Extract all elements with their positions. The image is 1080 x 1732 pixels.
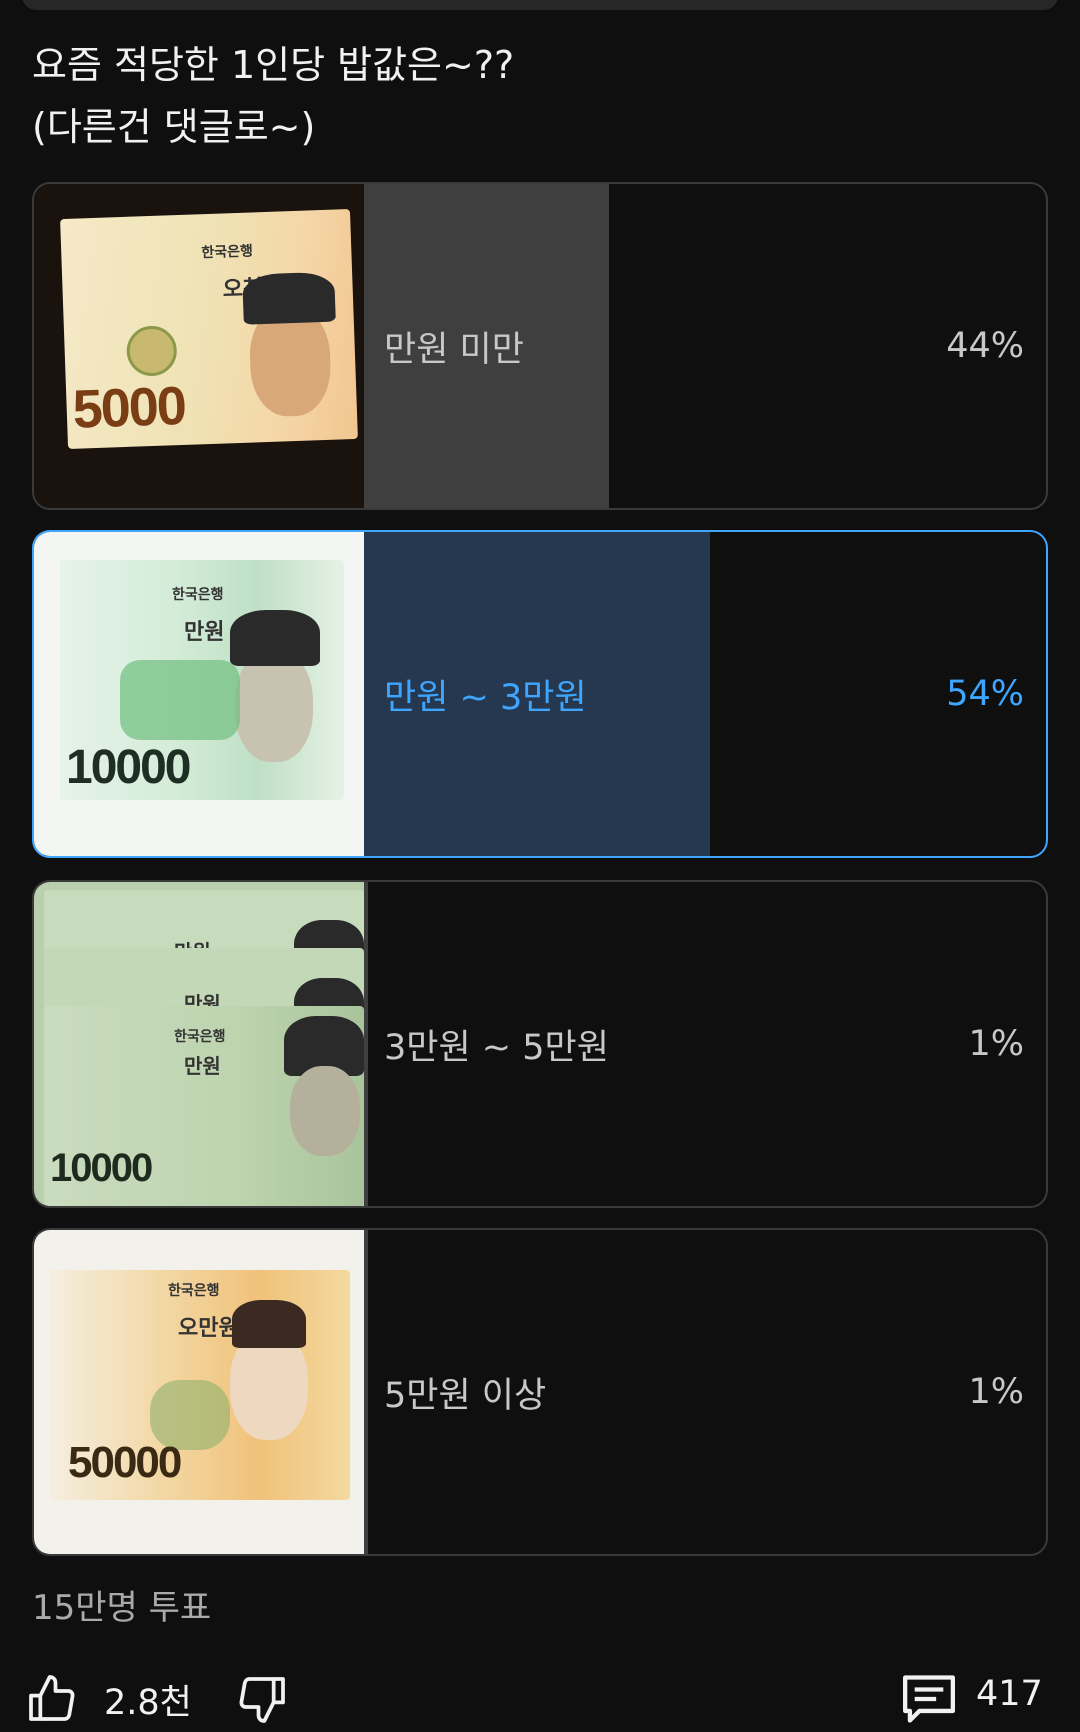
option-label: 5만원 이상 <box>384 1375 547 1416</box>
note-name: 만원 <box>184 1056 221 1078</box>
comment-count: 417 <box>976 1674 1043 1714</box>
option-percent: 1% <box>968 1372 1024 1412</box>
banknote-5000: 한국은행 오천원 5000 <box>60 209 358 449</box>
percent-bar <box>364 882 368 1206</box>
banknote-stack-image: 만원 만원 한국은행 만원 10000 <box>34 882 364 1206</box>
banknote-5000-image: 한국은행 오천원 5000 <box>34 184 364 508</box>
thumbs-down-icon[interactable] <box>234 1672 290 1728</box>
portrait-hat <box>242 271 336 325</box>
portrait <box>235 650 313 762</box>
banknote-10000-image: 한국은행 만원 10000 <box>34 532 364 856</box>
option-percent: 1% <box>968 1024 1024 1064</box>
poll-question-line1: 요즘 적당한 1인당 밥값은~?? <box>32 43 515 87</box>
comment-icon[interactable] <box>898 1670 960 1728</box>
poll-question: 요즘 적당한 1인당 밥값은~?? (다른건 댓글로~) <box>32 34 1032 158</box>
banknote-10000: 한국은행 만원 10000 <box>60 560 344 800</box>
note-number: 5000 <box>71 375 186 440</box>
bank-name: 한국은행 <box>174 1028 226 1044</box>
poll-option-3[interactable]: 만원 만원 한국은행 만원 10000 3만원 ~ 5만원 1% <box>32 880 1048 1208</box>
banknote-50000-image: 한국은행 오만원 50000 <box>34 1230 364 1554</box>
note-number: 10000 <box>50 1146 153 1190</box>
note-seal <box>125 325 178 377</box>
portrait <box>290 1066 360 1156</box>
note-number: 10000 <box>66 741 191 794</box>
note-number: 50000 <box>68 1438 182 1487</box>
bank-name: 한국은행 <box>201 242 254 261</box>
poll-option-1[interactable]: 한국은행 오천원 5000 만원 미만 44% <box>32 182 1048 510</box>
action-bar: 2.8천 417 <box>0 1660 1080 1731</box>
bank-name: 한국은행 <box>172 586 224 602</box>
thumbs-up-icon[interactable] <box>24 1670 80 1726</box>
top-bar <box>22 0 1058 10</box>
banknote-bottom: 한국은행 만원 10000 <box>44 1006 364 1206</box>
percent-bar <box>364 1230 368 1554</box>
option-label: 만원 ~ 3만원 <box>384 677 587 718</box>
poll-question-line2: (다른건 댓글로~) <box>32 105 316 149</box>
poll-option-4[interactable]: 한국은행 오만원 50000 5만원 이상 1% <box>32 1228 1048 1556</box>
like-count: 2.8천 <box>104 1683 192 1723</box>
option-label: 3만원 ~ 5만원 <box>384 1027 609 1068</box>
note-name: 오만원 <box>178 1315 239 1340</box>
portrait-hat <box>230 610 320 666</box>
bank-name: 한국은행 <box>168 1282 220 1298</box>
poll-option-2[interactable]: 한국은행 만원 10000 만원 ~ 3만원 54% <box>32 530 1048 858</box>
vote-count: 15만명 투표 <box>32 1588 212 1628</box>
option-percent: 54% <box>946 674 1024 714</box>
option-label: 만원 미만 <box>384 329 524 370</box>
note-pattern <box>120 660 240 740</box>
option-percent: 44% <box>946 326 1024 366</box>
note-name: 만원 <box>184 619 225 644</box>
banknote-50000: 한국은행 오만원 50000 <box>50 1270 350 1500</box>
portrait-hair <box>232 1300 306 1348</box>
